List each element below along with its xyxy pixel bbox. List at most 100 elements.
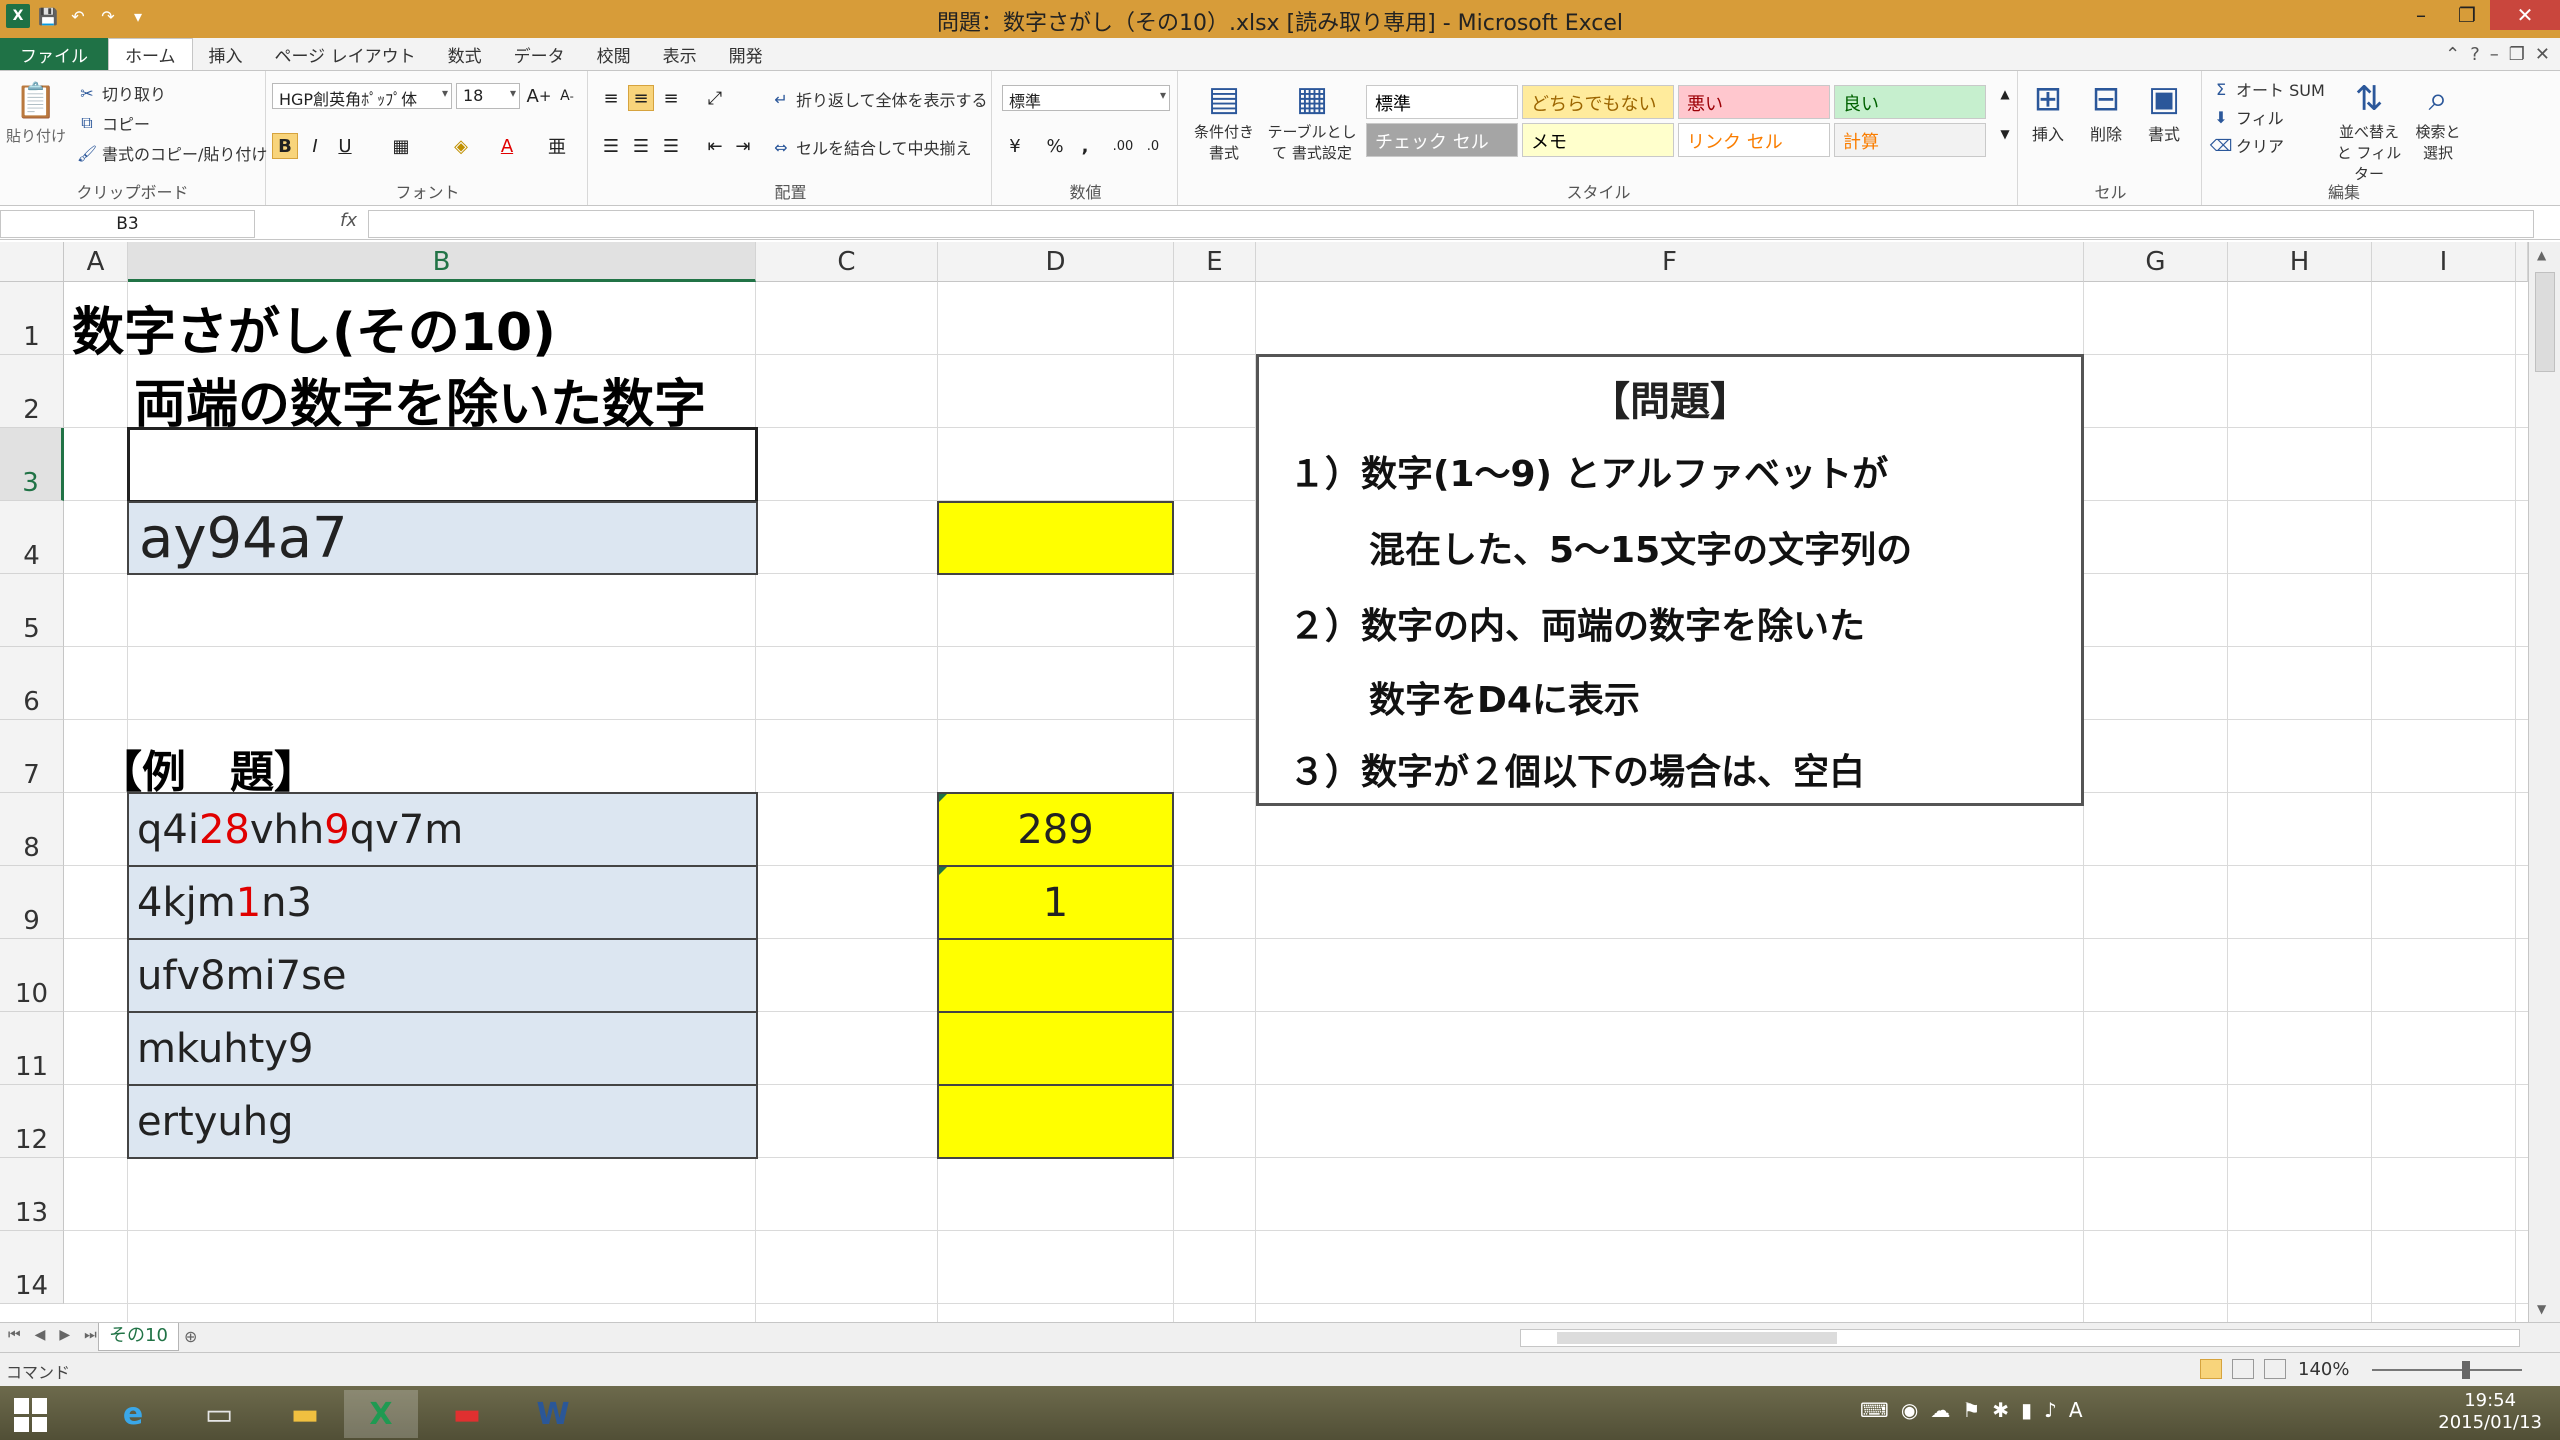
problem-textbox[interactable]: 【問題】 １）数字(1～9) とアルファベットが 混在した、5～15文字の文字列… xyxy=(1256,354,2084,806)
scroll-up-icon[interactable]: ▲ xyxy=(2537,248,2546,262)
column-header-i[interactable]: I xyxy=(2372,242,2516,282)
worksheet-grid[interactable]: A B C D E F G H I 1 2 3 4 5 6 7 8 9 10 1… xyxy=(0,242,2528,1322)
autosum-button[interactable]: Σ オート SUM xyxy=(2210,77,2325,101)
conditional-formatting-button[interactable]: ▤ 条件付き 書式 xyxy=(1188,77,1260,163)
row-header-12[interactable]: 12 xyxy=(0,1085,64,1158)
style-calculation[interactable]: 計算 xyxy=(1834,123,1986,157)
style-check-cell[interactable]: チェック セル xyxy=(1366,123,1518,157)
result-cell-d12[interactable] xyxy=(937,1084,1174,1159)
phonetic-icon[interactable]: 亜 xyxy=(544,133,570,159)
column-header-h[interactable]: H xyxy=(2228,242,2372,282)
copy-button[interactable]: ⧉ コピー xyxy=(76,111,150,135)
example-cell-b8[interactable]: q4i28vhh9qv7m xyxy=(127,792,758,867)
row-header-8[interactable]: 8 xyxy=(0,793,64,866)
currency-icon[interactable]: ¥ xyxy=(1002,133,1028,159)
cloud-icon[interactable]: ☁ xyxy=(1930,1398,1950,1422)
clear-button[interactable]: ⌫ クリア xyxy=(2210,133,2284,157)
example-cell-b12[interactable]: ertyuhg xyxy=(127,1084,758,1159)
column-header-e[interactable]: E xyxy=(1174,242,1256,282)
style-linked-cell[interactable]: リンク セル xyxy=(1678,123,1830,157)
example-cell-b9[interactable]: 4kjm1n3 xyxy=(127,865,758,940)
align-right-icon[interactable]: ☰ xyxy=(658,133,684,159)
styles-scroll-up-icon[interactable]: ▲ xyxy=(1992,81,2018,107)
tab-page-layout[interactable]: ページ レイアウト xyxy=(259,38,432,70)
fill-color-icon[interactable]: ◈ xyxy=(448,133,474,159)
style-neutral[interactable]: どちらでもない xyxy=(1522,85,1674,119)
help-icon[interactable]: ? xyxy=(2470,44,2480,65)
ime-icon[interactable]: A xyxy=(2069,1398,2083,1422)
formula-input[interactable] xyxy=(368,210,2534,238)
internet-explorer-icon[interactable]: e xyxy=(96,1390,170,1438)
format-cells-button[interactable]: ▣ 書式 xyxy=(2142,77,2186,145)
result-cell-d8[interactable]: 289 xyxy=(937,792,1174,867)
new-sheet-icon[interactable]: ⊕ xyxy=(184,1327,197,1346)
volume-icon[interactable]: ♪ xyxy=(2044,1398,2057,1422)
wrap-text-button[interactable]: ↵ 折り返して全体を表示する xyxy=(770,87,987,111)
row-header-2[interactable]: 2 xyxy=(0,355,64,428)
paste-button[interactable]: 📋 貼り付け xyxy=(6,79,66,146)
row-header-5[interactable]: 5 xyxy=(0,574,64,647)
row-header-3[interactable]: 3 xyxy=(0,428,64,501)
align-left-icon[interactable]: ☰ xyxy=(598,133,624,159)
workbook-restore-icon[interactable]: ❐ xyxy=(2509,44,2525,65)
tab-home[interactable]: ホーム xyxy=(108,38,193,70)
row-header-14[interactable]: 14 xyxy=(0,1231,64,1304)
column-header-f[interactable]: F xyxy=(1256,242,2084,282)
font-color-icon[interactable]: A xyxy=(494,133,520,159)
align-middle-icon[interactable]: ≡ xyxy=(628,85,654,111)
result-cell-d11[interactable] xyxy=(937,1011,1174,1086)
workbook-close-icon[interactable]: ✕ xyxy=(2535,44,2550,65)
horizontal-scrollbar[interactable] xyxy=(1520,1329,2520,1347)
keyboard-icon[interactable]: ⌨ xyxy=(1860,1398,1889,1422)
comma-button[interactable]: , xyxy=(1072,133,1098,159)
page-break-view-icon[interactable] xyxy=(2264,1359,2286,1379)
battery-icon[interactable]: ▮ xyxy=(2021,1398,2032,1422)
sheet-tab-active[interactable]: その10 xyxy=(98,1323,179,1351)
fill-button[interactable]: ⬇ フィル xyxy=(2210,105,2283,129)
column-header-b[interactable]: B xyxy=(128,242,756,282)
page-layout-view-icon[interactable] xyxy=(2232,1359,2254,1379)
taskbar-clock[interactable]: 19:54 2015/01/13 xyxy=(2438,1390,2542,1434)
answer-cell-d4[interactable] xyxy=(937,501,1174,575)
merge-center-button[interactable]: ⇔ セルを結合して中央揃え xyxy=(770,135,971,159)
style-normal[interactable]: 標準 xyxy=(1366,85,1518,119)
close-button[interactable]: ✕ xyxy=(2490,0,2560,30)
borders-icon[interactable]: ▦ xyxy=(388,133,414,159)
increase-indent-icon[interactable]: ⇥ xyxy=(730,133,756,159)
row-header-7[interactable]: 7 xyxy=(0,720,64,793)
workbook-minimize-icon[interactable]: – xyxy=(2490,44,2499,65)
vertical-scrollbar[interactable]: ▲ ▼ xyxy=(2528,242,2560,1322)
row-header-4[interactable]: 4 xyxy=(0,501,64,574)
orientation-icon[interactable]: ⤢ xyxy=(702,85,728,111)
row-header-13[interactable]: 13 xyxy=(0,1158,64,1231)
result-cell-d9[interactable]: 1 xyxy=(937,865,1174,940)
percent-button[interactable]: % xyxy=(1042,133,1068,159)
column-header-c[interactable]: C xyxy=(756,242,938,282)
align-center-icon[interactable]: ☰ xyxy=(628,133,654,159)
row-header-11[interactable]: 11 xyxy=(0,1012,64,1085)
styles-scroll-down-icon[interactable]: ▼ xyxy=(1992,121,2018,147)
excel-taskbar-icon[interactable]: X xyxy=(344,1390,418,1438)
align-top-icon[interactable]: ≡ xyxy=(598,85,624,111)
grow-font-button[interactable]: A + xyxy=(526,83,552,109)
horizontal-scroll-thumb[interactable] xyxy=(1557,1332,1837,1344)
example-cell-b10[interactable]: ufv8mi7se xyxy=(127,938,758,1013)
tab-data[interactable]: データ xyxy=(498,38,581,70)
minimize-button[interactable]: – xyxy=(2398,0,2444,30)
minimize-ribbon-icon[interactable]: ⌃ xyxy=(2445,44,2460,65)
number-format-combo[interactable]: 標準 xyxy=(1002,85,1170,111)
network-icon[interactable]: ◉ xyxy=(1901,1398,1918,1422)
file-explorer-icon[interactable]: ▬ xyxy=(268,1390,342,1438)
red-app-icon[interactable]: ▬ xyxy=(430,1390,504,1438)
decrease-indent-icon[interactable]: ⇤ xyxy=(702,133,728,159)
tab-formulas[interactable]: 数式 xyxy=(432,38,498,70)
row-header-10[interactable]: 10 xyxy=(0,939,64,1012)
row-header-6[interactable]: 6 xyxy=(0,647,64,720)
restore-button[interactable]: ❐ xyxy=(2444,0,2490,30)
find-select-button[interactable]: ⌕ 検索と 選択 xyxy=(2408,77,2468,163)
insert-cells-button[interactable]: ⊞ 挿入 xyxy=(2026,77,2070,145)
underline-button[interactable]: U xyxy=(332,133,358,159)
tab-file[interactable]: ファイル xyxy=(0,38,108,70)
result-cell-d10[interactable] xyxy=(937,938,1174,1013)
increase-decimal-icon[interactable]: .00 xyxy=(1110,133,1136,159)
